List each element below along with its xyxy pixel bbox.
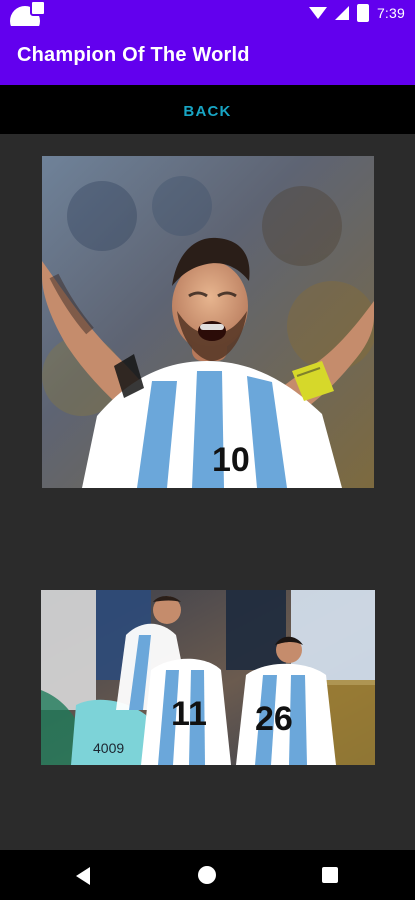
app-title: Champion Of The World — [17, 44, 250, 66]
status-time: 7:39 — [376, 5, 405, 21]
jersey-number-10: 10 — [212, 441, 250, 479]
battery-icon — [356, 4, 369, 22]
team-celebration-photo: 4009 11 26 — [41, 590, 375, 765]
content-area: 10 4009 11 26 — [0, 134, 415, 850]
jersey-number-26: 26 — [255, 700, 293, 738]
back-bar[interactable]: BACK — [0, 92, 415, 130]
status-right-icons: 7:39 — [308, 4, 405, 22]
back-button[interactable]: BACK — [183, 103, 231, 120]
signal-icon — [334, 6, 349, 20]
app-bar: Champion Of The World — [0, 26, 415, 85]
navigation-bar — [0, 850, 415, 900]
status-bar: 7:39 — [0, 0, 415, 36]
screen: 7:39 Champion Of The World BACK 10 4009 … — [0, 0, 415, 900]
back-icon[interactable] — [76, 867, 90, 885]
wifi-icon — [308, 7, 327, 19]
jersey-number-11: 11 — [171, 695, 207, 733]
home-icon[interactable] — [198, 866, 216, 884]
bib-number-4009: 4009 — [93, 740, 124, 756]
champion-photo: 10 — [42, 156, 374, 488]
recents-icon[interactable] — [322, 867, 338, 883]
